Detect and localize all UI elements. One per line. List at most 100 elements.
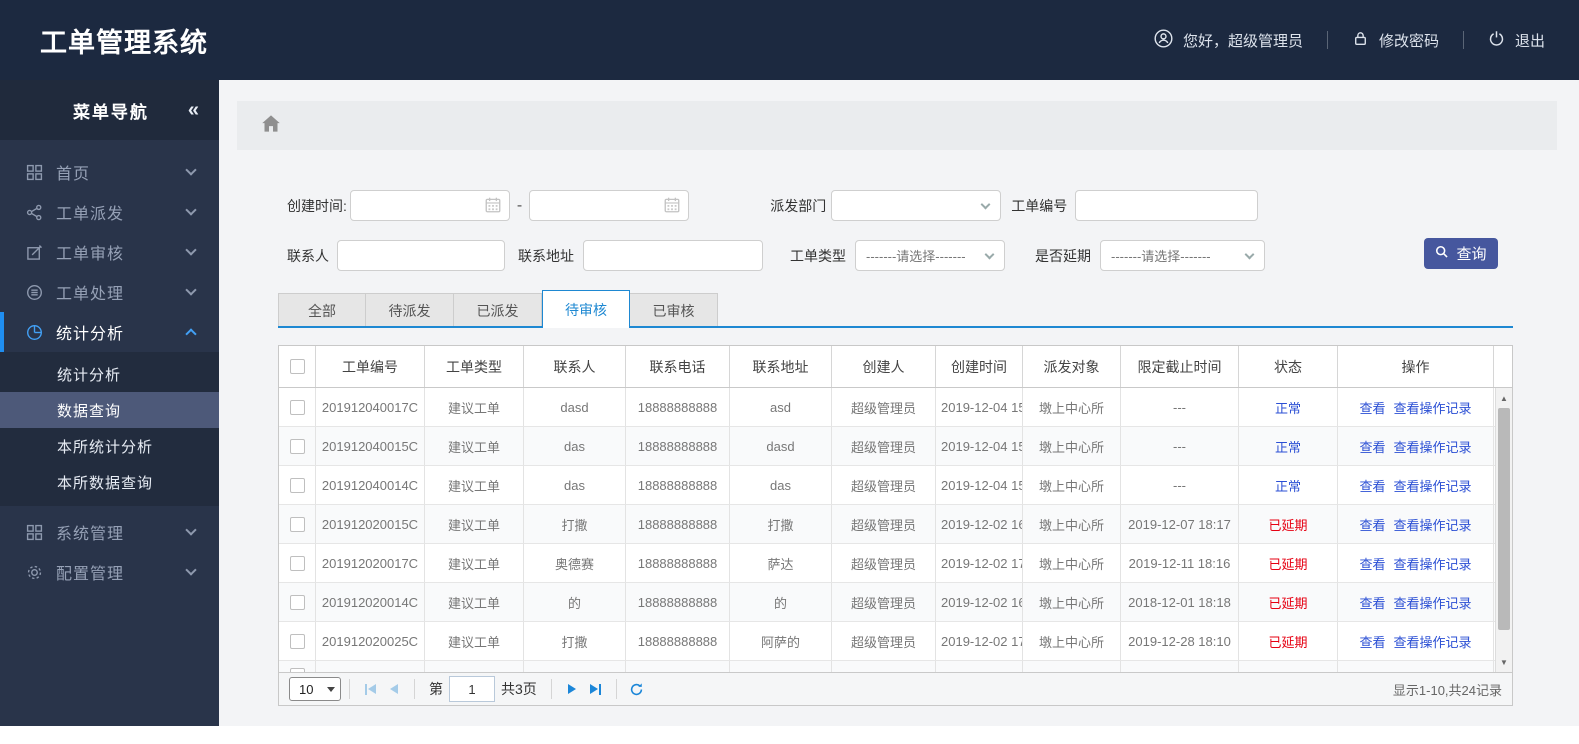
view-link[interactable]: 查看 (1359, 632, 1385, 651)
tab-0[interactable]: 全部 (278, 293, 366, 328)
pager-divider (414, 679, 415, 699)
calendar-icon[interactable] (484, 196, 502, 219)
cell-status: 正常 (1239, 466, 1338, 505)
cell-creator: 超级管理员 (832, 388, 936, 427)
tab-2[interactable]: 已派发 (454, 293, 542, 328)
cell-created: 2019-12-02 17 (936, 544, 1023, 583)
first-page-button[interactable] (358, 677, 382, 701)
sidebar-item-5[interactable]: 系统管理 (0, 512, 219, 552)
cell-phone: 18888888888 (626, 544, 730, 583)
sidebar-item-6[interactable]: 配置管理 (0, 552, 219, 592)
sidebar-subitem-1[interactable]: 数据查询 (0, 392, 219, 428)
view-link[interactable]: 查看 (1359, 437, 1385, 456)
cell-type: 建议工单 (425, 622, 524, 661)
cell-created: 2019-12-04 15 (936, 466, 1023, 505)
cell-order_no: 201912020025C (316, 622, 425, 661)
collapse-sidebar-button[interactable]: « (188, 99, 199, 122)
row-checkbox[interactable] (289, 399, 305, 415)
last-page-button[interactable] (584, 677, 608, 701)
row-checkbox[interactable] (289, 594, 305, 610)
pie-chart-icon (26, 324, 43, 341)
vertical-scrollbar[interactable]: ▲ ▼ (1495, 388, 1512, 672)
page-number-input[interactable] (449, 676, 495, 702)
row-checkbox[interactable] (289, 555, 305, 571)
filter-row-1: 创建时间: - 派发部门 工单编号 (287, 190, 1259, 221)
cell-contact: 打撒 (524, 505, 626, 544)
sidebar-item-2[interactable]: 工单审核 (0, 232, 219, 272)
search-button[interactable]: 查询 (1424, 238, 1498, 269)
sidebar-item-4[interactable]: 统计分析 (0, 312, 219, 352)
view-link[interactable]: 查看 (1359, 593, 1385, 612)
view-link[interactable]: 查看 (1359, 398, 1385, 417)
table-row: 201912020014C 建议工单的 18888888888 的超级管理员 2019-… (279, 583, 1512, 622)
cell-target: 墩上中心所 (1023, 388, 1121, 427)
cell-created: 2019-12-02 16 (936, 583, 1023, 622)
contact-input[interactable] (337, 240, 505, 271)
cell-type: 建议工单 (425, 583, 524, 622)
user-greeting[interactable]: 您好，超级管理员 (1154, 28, 1303, 52)
create-time-start-input[interactable] (349, 190, 510, 221)
change-password-button[interactable]: 修改密码 (1352, 30, 1439, 51)
view-operation-log-link[interactable]: 查看操作记录 (1394, 437, 1472, 456)
view-link[interactable]: 查看 (1359, 515, 1385, 534)
header-filler-cell (1494, 346, 1512, 387)
breadcrumb (237, 101, 1557, 150)
cell-address: dasd (730, 427, 832, 466)
sidebar-subitem-0[interactable]: 统计分析 (0, 356, 219, 392)
table-row: 201912020017C 建议工单 奥德赛 18888888888 萨达 超级管理员 20… (279, 544, 1512, 583)
page-size-value: 10 (299, 681, 314, 697)
view-link[interactable]: 查看 (1359, 554, 1385, 573)
scroll-down-icon[interactable]: ▼ (1496, 654, 1512, 670)
cell-created: 2019-12-02 16 (936, 505, 1023, 544)
table-row: 201912040017C 建议工单 dasd 18888888888 asd 超级管理员… (279, 388, 1512, 427)
row-checkbox[interactable] (289, 477, 305, 493)
view-operation-log-link[interactable]: 查看操作记录 (1394, 398, 1472, 417)
cell-deadline: --- (1121, 466, 1239, 505)
prev-page-button[interactable] (382, 677, 406, 701)
tab-4[interactable]: 已审核 (630, 293, 718, 328)
order-no-input[interactable] (1075, 190, 1259, 221)
row-checkbox[interactable] (289, 668, 305, 672)
cell-created: 2019-12-04 15 (936, 427, 1023, 466)
view-operation-log-link[interactable]: 查看操作记录 (1394, 554, 1472, 573)
delay-label: 是否延期 (1035, 247, 1091, 264)
address-input[interactable] (583, 240, 763, 271)
sidebar-subitem-2[interactable]: 本所统计分析 (0, 428, 219, 464)
dispatch-dept-label: 派发部门 (770, 197, 827, 214)
scroll-up-icon[interactable]: ▲ (1496, 390, 1512, 406)
cell-order_no: 201912040017C (316, 388, 425, 427)
view-operation-log-link[interactable]: 查看操作记录 (1394, 476, 1472, 495)
sidebar-subitem-3[interactable]: 本所数据查询 (0, 464, 219, 500)
row-checkbox[interactable] (289, 438, 305, 454)
calendar-icon[interactable] (663, 196, 681, 219)
sidebar-item-3[interactable]: 工单处理 (0, 272, 219, 312)
cell-empty (316, 661, 425, 672)
column-header: 工单编号 (316, 346, 425, 387)
view-link[interactable]: 查看 (1359, 476, 1385, 495)
delay-select[interactable]: -------请选择------- (1100, 240, 1265, 271)
next-page-button[interactable] (560, 677, 584, 701)
home-icon[interactable] (261, 114, 281, 138)
view-operation-log-link[interactable]: 查看操作记录 (1394, 632, 1472, 651)
view-operation-log-link[interactable]: 查看操作记录 (1394, 593, 1472, 612)
table-row-partial (279, 661, 1512, 672)
tab-3[interactable]: 待审核 (542, 290, 630, 328)
header-checkbox-cell (279, 346, 316, 387)
logout-button[interactable]: 退出 (1488, 30, 1545, 51)
process-icon (26, 284, 43, 301)
sidebar-item-1[interactable]: 工单派发 (0, 192, 219, 232)
refresh-button[interactable] (625, 677, 649, 701)
row-checkbox[interactable] (289, 516, 305, 532)
order-type-select[interactable]: -------请选择------- (855, 240, 1005, 271)
sidebar-item-0[interactable]: 首页 (0, 152, 219, 192)
tab-1[interactable]: 待派发 (366, 293, 454, 328)
create-time-end-input[interactable] (529, 190, 690, 221)
cell-target: 墩上中心所 (1023, 583, 1121, 622)
row-checkbox[interactable] (289, 633, 305, 649)
header-actions: 您好，超级管理员 修改密码 退出 (1154, 28, 1545, 52)
view-operation-log-link[interactable]: 查看操作记录 (1394, 515, 1472, 534)
scrollbar-thumb[interactable] (1498, 408, 1510, 630)
page-size-select[interactable]: 10 (289, 677, 341, 701)
select-all-checkbox[interactable] (289, 359, 305, 374)
dispatch-dept-select[interactable] (831, 190, 1002, 221)
